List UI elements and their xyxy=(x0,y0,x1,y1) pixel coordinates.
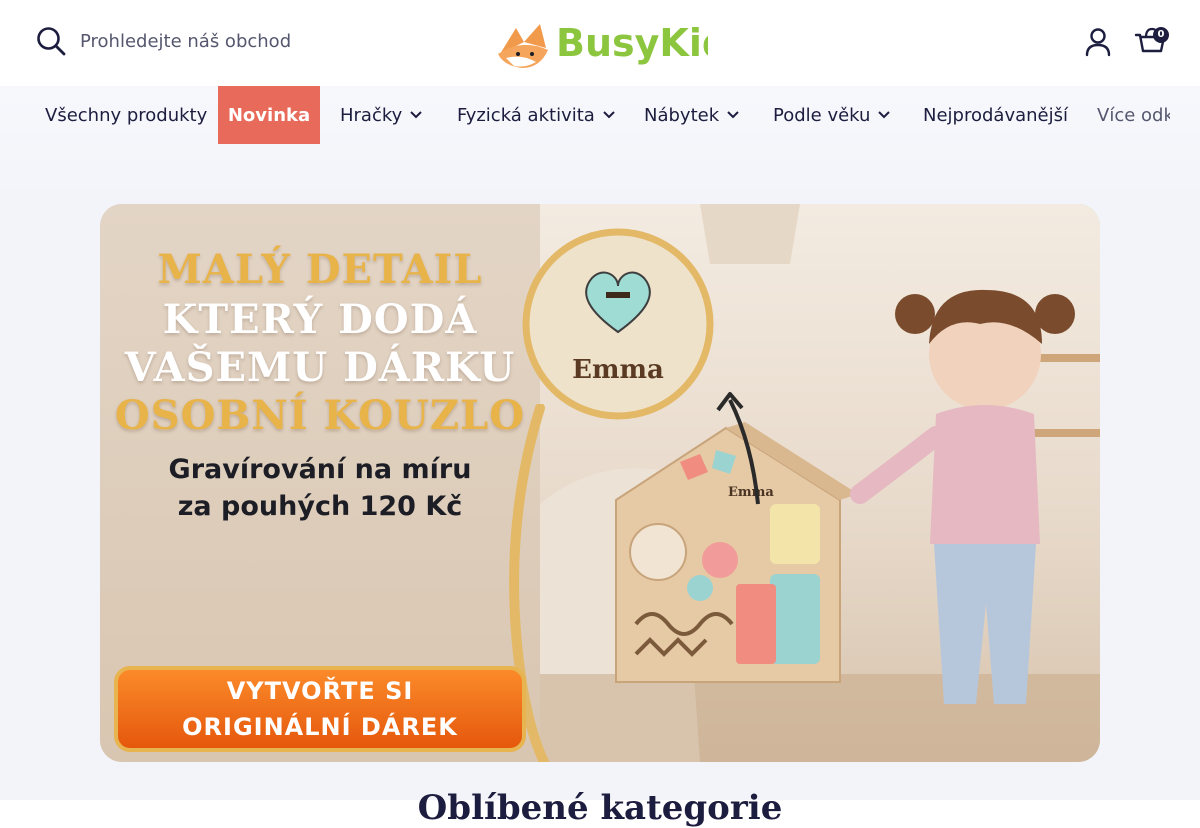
house-engraving: Emma xyxy=(728,485,774,500)
nav-item-label: Hračky xyxy=(340,104,403,126)
nav-item-label: Podle věku xyxy=(773,104,871,126)
nav-item-toys[interactable]: Hračky xyxy=(340,86,423,144)
logo[interactable]: BusyKids xyxy=(496,14,708,72)
banner-heading-line-3: VAŠEMU DÁRKU xyxy=(124,344,516,391)
nav-item-bestsellers[interactable]: Nejprodávanější xyxy=(923,86,1068,144)
main-content: Emma Emma MALÝ DETAIL KTERÝ DODÁ VAŠEMU … xyxy=(0,200,1200,828)
magnifier-engraving-text: Emma xyxy=(572,355,664,385)
create-gift-button[interactable]: VYTVOŘTE SI ORIGINÁLNÍ DÁREK xyxy=(114,666,526,752)
banner-subheading-line-2: za pouhých 120 Kč xyxy=(177,491,463,522)
nav-item-physical-activity[interactable]: Fyzická aktivita xyxy=(457,86,615,144)
nav-item-label: Nejprodávanější xyxy=(923,104,1068,126)
nav-more-label: Více odkazů xyxy=(1097,104,1170,126)
cta-line-2: ORIGINÁLNÍ DÁREK xyxy=(182,713,458,741)
busy-house-toy: Emma xyxy=(615,422,858,683)
logo-fox-icon xyxy=(498,24,548,68)
account-icon[interactable] xyxy=(1084,27,1112,57)
nav-more-links[interactable]: Více odkazů xyxy=(1097,86,1170,144)
chevron-down-icon xyxy=(727,111,739,119)
magnifier-detail: Emma xyxy=(522,228,714,420)
cta-line-1: VYTVOŘTE SI xyxy=(226,677,414,705)
chevron-down-icon xyxy=(410,111,423,119)
chevron-down-icon xyxy=(878,111,891,119)
banner-subheading-line-1: Gravírování na míru xyxy=(168,454,472,485)
nav-item-label: Novinka xyxy=(227,104,311,126)
child-figure xyxy=(850,289,1075,704)
section-heading: Oblíbené kategorie xyxy=(417,788,783,828)
nav-item-new[interactable]: Novinka xyxy=(218,86,320,144)
search-icon[interactable] xyxy=(36,26,66,56)
hero-banner[interactable]: Emma Emma MALÝ DETAIL KTERÝ DODÁ VAŠEMU … xyxy=(100,204,1100,762)
nav-item-furniture[interactable]: Nábytek xyxy=(644,86,739,144)
nav-item-label: Nábytek xyxy=(644,104,720,126)
site-header: Prohledejte náš obchod BusyKids 0 xyxy=(0,0,1200,86)
banner-heading-line-1: MALÝ DETAIL xyxy=(157,246,483,293)
banner-heading-line-2: KTERÝ DODÁ xyxy=(162,296,478,343)
main-navigation: Všechny produkty Novinka Hračky Fyzická … xyxy=(0,86,1200,200)
banner-heading-line-4: OSOBNÍ KOUZLO xyxy=(114,392,526,439)
cart-count-badge: 0 xyxy=(1153,27,1169,43)
nav-item-label: Fyzická aktivita xyxy=(457,104,595,126)
logo-text: BusyKids xyxy=(556,21,708,65)
nav-item-label: Všechny produkty xyxy=(45,104,208,126)
nav-item-all-products[interactable]: Všechny produkty xyxy=(45,86,207,144)
chevron-down-icon xyxy=(603,111,615,119)
nav-item-by-age[interactable]: Podle věku xyxy=(773,86,891,144)
search-input[interactable]: Prohledejte náš obchod xyxy=(80,31,291,52)
